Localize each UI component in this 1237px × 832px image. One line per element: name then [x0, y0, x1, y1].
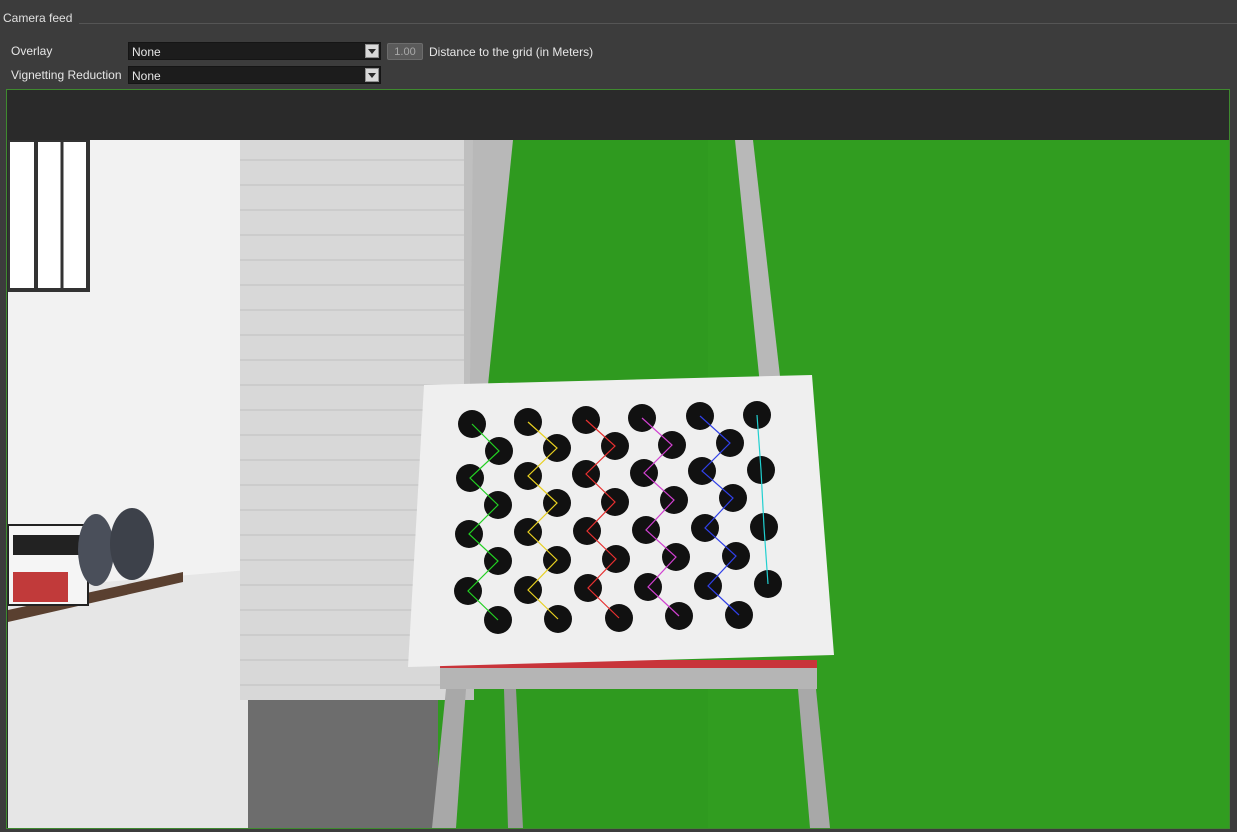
camera-feed-group: Camera feed: [0, 0, 1237, 36]
camera-feed-view[interactable]: [6, 89, 1230, 829]
distance-spinbox[interactable]: 1.00: [387, 43, 423, 60]
vignetting-label: Vignetting Reduction: [11, 68, 122, 82]
distance-label: Distance to the grid (in Meters): [429, 45, 594, 59]
chevron-down-icon[interactable]: [365, 44, 379, 58]
chevron-down-icon[interactable]: [365, 68, 379, 82]
distance-value: 1.00: [394, 46, 416, 58]
feed-letterbox-top: [7, 90, 1229, 140]
camera-feed-image[interactable]: [8, 140, 1229, 828]
vignetting-dropdown[interactable]: None: [128, 66, 381, 84]
group-divider: [79, 23, 1237, 24]
window: [8, 140, 88, 290]
overlay-dropdown[interactable]: None: [128, 42, 381, 60]
overlay-selected-value: None: [132, 45, 161, 59]
vignetting-selected-value: None: [132, 69, 161, 83]
group-title: Camera feed: [3, 11, 73, 25]
overlay-label: Overlay: [11, 44, 53, 58]
